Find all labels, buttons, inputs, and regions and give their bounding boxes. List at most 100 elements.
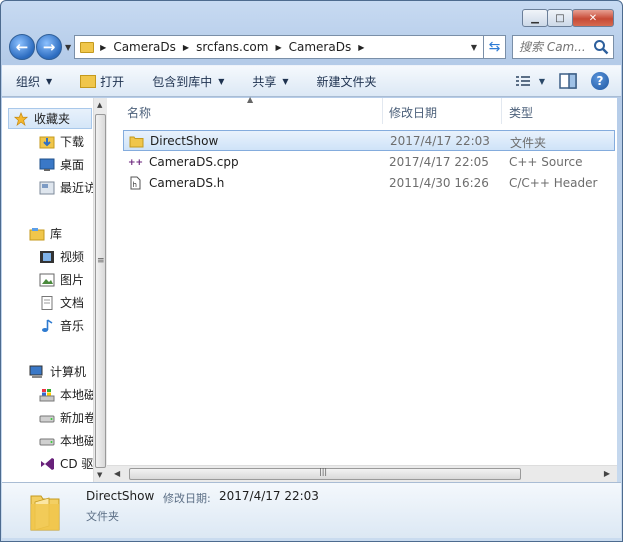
minimize-button[interactable]: ▁	[522, 9, 548, 27]
share-button[interactable]: 共享 ▼	[252, 73, 288, 90]
library-icon	[29, 227, 45, 240]
chevron-right-icon[interactable]: ▶	[100, 43, 106, 52]
folder-icon	[30, 495, 60, 531]
column-header-name[interactable]: 名称	[127, 104, 151, 121]
cpp-file-icon: ++	[128, 158, 143, 168]
chevron-down-icon: ▼	[282, 76, 289, 86]
help-icon[interactable]: ?	[591, 72, 609, 90]
chevron-down-icon[interactable]: ▼	[539, 77, 545, 86]
open-label: 打开	[100, 74, 125, 89]
file-row[interactable]: DirectShow 2017/4/17 22:03 文件夹	[123, 130, 615, 151]
sidebar-item-new-volume[interactable]: 新加卷	[39, 409, 96, 426]
horizontal-scrollbar[interactable]: ◀ ||| ▶	[107, 465, 617, 482]
include-in-library-label: 包含到库中	[152, 74, 213, 89]
search-icon[interactable]	[593, 39, 609, 55]
sidebar-item-documents[interactable]: 文档	[39, 294, 84, 311]
selected-item-name: DirectShow	[86, 489, 155, 503]
new-folder-button[interactable]: 新建文件夹	[317, 73, 377, 90]
include-in-library-button[interactable]: 包含到库中 ▼	[152, 73, 224, 90]
command-bar: 组织 ▼ 打开 包含到库中 ▼ 共享 ▼ 新建文件夹 ▼ ?	[2, 65, 621, 97]
chevron-right-icon[interactable]: ▶	[358, 43, 364, 52]
open-button[interactable]: 打开	[80, 73, 124, 90]
organize-label: 组织	[16, 74, 41, 89]
sidebar-item-desktop[interactable]: 桌面	[39, 156, 84, 173]
organize-button[interactable]: 组织 ▼	[16, 73, 52, 90]
breadcrumb-item[interactable]: srcfans.com	[196, 40, 268, 54]
scroll-down-arrow[interactable]: ▼	[97, 471, 102, 479]
back-button[interactable]: ←	[9, 34, 35, 60]
sidebar-item-local-disk[interactable]: 本地磁	[39, 386, 96, 403]
navigation-pane: 收藏夹 下载 桌面 最近访 库 视频 图片 文档 音乐 计算机 本地磁 新加卷 …	[2, 98, 98, 482]
sidebar-item-pictures[interactable]: 图片	[39, 271, 84, 288]
selected-item-type: 文件夹	[86, 510, 119, 523]
sidebar-item-music[interactable]: 音乐	[39, 317, 84, 334]
file-list: ▲ 名称 修改日期 类型 DirectShow 2017/4/17 22:03 …	[107, 95, 617, 482]
close-button[interactable]: ✕	[572, 9, 614, 27]
column-header-type[interactable]: 类型	[509, 104, 533, 121]
change-view-button[interactable]: ▼	[515, 74, 545, 88]
file-name: DirectShow	[150, 134, 219, 148]
folder-icon	[129, 136, 144, 148]
column-divider[interactable]	[382, 98, 383, 124]
chevron-right-icon[interactable]: ▶	[275, 43, 281, 52]
view-controls: ▼ ?	[515, 72, 609, 90]
file-type: 文件夹	[510, 136, 547, 150]
chevron-down-icon[interactable]: ▼	[471, 43, 477, 52]
sidebar-item-recent[interactable]: 最近访	[39, 179, 96, 196]
file-row[interactable]: h CameraDS.h 2011/4/30 16:26 C/C++ Heade…	[123, 173, 615, 194]
music-icon	[42, 318, 53, 332]
column-header-date[interactable]: 修改日期	[389, 104, 437, 121]
window-controls: ▁ □ ✕	[522, 9, 614, 27]
sidebar-item-local-disk-2[interactable]: 本地磁	[39, 432, 96, 449]
scroll-right-arrow[interactable]: ▶	[604, 469, 610, 478]
sidebar-item-computer[interactable]: 计算机	[29, 363, 86, 380]
file-date: 2017/4/17 22:05	[389, 155, 489, 169]
forward-button[interactable]: →	[36, 34, 62, 60]
file-date: 2011/4/30 16:26	[389, 176, 489, 190]
sidebar-item-label: CD 驱	[60, 457, 94, 471]
scrollbar-thumb[interactable]	[95, 114, 106, 468]
sidebar-item-label: 本地磁	[60, 434, 97, 448]
navigation-pane-scrollbar[interactable]: ▲ ≡ ▼	[93, 98, 107, 482]
breadcrumb-item[interactable]: CameraDs	[113, 40, 176, 54]
maximize-button[interactable]: □	[547, 9, 573, 27]
sidebar-item-favorites[interactable]: 收藏夹	[8, 108, 92, 129]
sidebar-item-label: 计算机	[50, 365, 87, 379]
refresh-button[interactable]: ⇆	[484, 35, 506, 59]
search-box[interactable]	[512, 35, 614, 59]
sidebar-item-libraries[interactable]: 库	[29, 225, 62, 242]
sidebar-item-label: 最近访	[60, 181, 97, 195]
column-divider[interactable]	[501, 98, 502, 124]
breadcrumb-item[interactable]: CameraDs	[289, 40, 352, 54]
scroll-up-arrow[interactable]: ▲	[97, 101, 102, 109]
sidebar-item-label: 收藏夹	[34, 112, 71, 126]
file-type: C++ Source	[509, 155, 583, 169]
search-input[interactable]	[519, 40, 595, 54]
column-header-row: ▲ 名称 修改日期 类型	[107, 95, 617, 124]
preview-pane-icon[interactable]	[559, 73, 577, 89]
sidebar-item-label: 图片	[60, 273, 85, 287]
drive-icon	[39, 415, 55, 422]
header-file-icon: h	[130, 176, 141, 190]
grip-icon: |||	[319, 467, 328, 476]
sort-ascending-icon: ▲	[247, 95, 254, 104]
chevron-right-icon[interactable]: ▶	[183, 43, 189, 52]
file-row[interactable]: ++ CameraDS.cpp 2017/4/17 22:05 C++ Sour…	[123, 152, 615, 173]
documents-icon	[41, 295, 53, 310]
sidebar-item-videos[interactable]: 视频	[39, 248, 84, 265]
svg-text:++: ++	[128, 158, 143, 168]
explorer-window: ▁ □ ✕ ← → ▼ ▶ CameraDs ▶ srcfans.com ▶ C…	[0, 0, 623, 542]
visual-studio-icon	[41, 457, 54, 470]
recent-pages-dropdown[interactable]: ▼	[65, 43, 71, 52]
sidebar-item-downloads[interactable]: 下载	[39, 133, 84, 150]
sidebar-item-cd-drive[interactable]: CD 驱	[39, 455, 93, 472]
share-label: 共享	[252, 74, 277, 89]
folder-icon	[80, 41, 95, 53]
sidebar-item-label: 新加卷	[60, 411, 97, 425]
modified-date-value: 2017/4/17 22:03	[219, 489, 319, 503]
sidebar-item-label: 桌面	[60, 158, 85, 172]
modified-date-label: 修改日期:	[163, 492, 211, 505]
address-bar[interactable]: ▶ CameraDs ▶ srcfans.com ▶ CameraDs ▶ ▼	[74, 35, 484, 59]
scroll-left-arrow[interactable]: ◀	[114, 469, 120, 478]
chevron-down-icon: ▼	[46, 76, 53, 86]
